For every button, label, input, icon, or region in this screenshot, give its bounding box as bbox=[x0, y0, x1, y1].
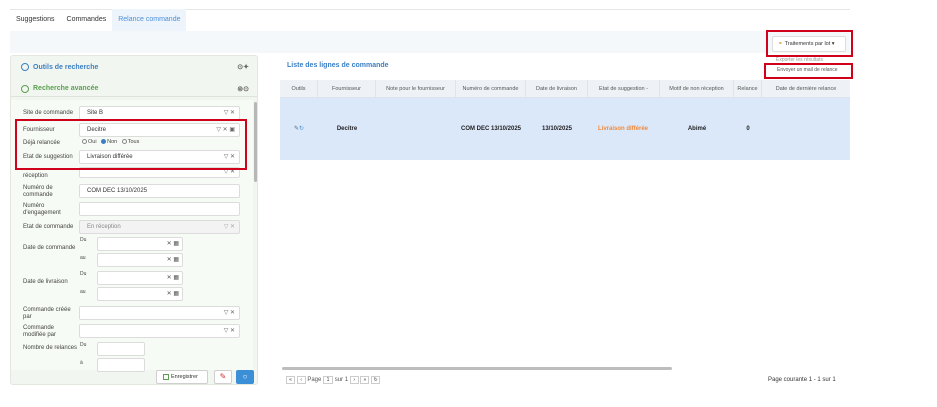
cell-motif: Abimé bbox=[687, 125, 707, 132]
motif-label: réception bbox=[23, 173, 48, 179]
cell-relance: 0 bbox=[746, 125, 750, 132]
page-label: Page bbox=[307, 377, 322, 383]
etat-commande-clear-icon[interactable]: ▽ ✕ bbox=[224, 221, 235, 233]
date-commande-from[interactable]: ✕ ▦ bbox=[97, 237, 183, 251]
search-icon bbox=[21, 84, 29, 93]
cell-etat-value: Livraison différée bbox=[598, 125, 649, 132]
nb-relances-label: Nombre de relances bbox=[23, 345, 78, 351]
last-page-button[interactable]: » bbox=[360, 376, 370, 384]
col-numero[interactable]: Numéro de commande bbox=[456, 80, 526, 98]
table-row[interactable]: ✎ ↻ Decitre COM DEC 13/10/2025 13/10/2025… bbox=[280, 98, 850, 160]
page-total: sur 1 bbox=[334, 377, 349, 383]
prev-page-button[interactable]: ‹ bbox=[296, 376, 306, 384]
col-etat-suggestion[interactable]: Etat de suggestion - bbox=[588, 80, 660, 98]
search-tools-header: Outils de recherche ⊙✦ bbox=[11, 56, 257, 78]
date-livraison-to[interactable]: ✕ ▦ bbox=[97, 287, 183, 301]
search-tools-title: Outils de recherche bbox=[33, 63, 99, 71]
etat-commande-select[interactable]: En réception ▽ ✕ bbox=[79, 220, 240, 234]
nb-relances-a-label: à bbox=[80, 360, 83, 366]
search-actions: Enregistrer ✎ ○ bbox=[11, 370, 257, 384]
row-tools: ✎ ↻ bbox=[280, 98, 318, 160]
date-commande-label: Date de commande bbox=[23, 245, 76, 251]
date-livraison-from[interactable]: ✕ ▦ bbox=[97, 271, 183, 285]
numero-commande-value: COM DEC 13/10/2025 bbox=[87, 188, 148, 194]
modif-par-select[interactable]: ▽ ✕ bbox=[79, 324, 240, 338]
calendar-icon[interactable]: ✕ ▦ bbox=[167, 254, 179, 266]
results-title: Liste des lignes de commande bbox=[287, 62, 389, 69]
cree-par-label: Commande créée par bbox=[23, 307, 71, 320]
first-page-button[interactable]: « bbox=[286, 376, 295, 384]
highlight-filters bbox=[15, 119, 247, 170]
engagement-input[interactable] bbox=[79, 202, 240, 216]
modif-par-clear-icon[interactable]: ▽ ✕ bbox=[224, 325, 235, 337]
numero-commande-label: Numéro de commande bbox=[23, 185, 53, 198]
refresh-page-icon[interactable]: ↻ bbox=[371, 376, 381, 384]
etat-commande-label: Etat de commande bbox=[23, 224, 74, 230]
search-tools-icon bbox=[21, 63, 29, 71]
form-scrollbar[interactable] bbox=[254, 102, 257, 182]
pin-icon[interactable]: ⊙✦ bbox=[237, 63, 249, 71]
date-commande-to[interactable]: ✕ ▦ bbox=[97, 253, 183, 267]
engagement-label: Numéro d'engagement bbox=[23, 203, 61, 216]
page-input[interactable]: 1 bbox=[323, 376, 334, 384]
highlight-send-mail bbox=[764, 63, 853, 79]
highlight-batch-button bbox=[766, 30, 853, 57]
col-outils[interactable]: Outils bbox=[280, 80, 318, 98]
site-value: Site B bbox=[87, 110, 104, 116]
modif-par-label: Commande modifiée par bbox=[23, 325, 57, 338]
date-commande-au-label: au bbox=[80, 255, 86, 261]
next-page-button[interactable]: › bbox=[349, 376, 359, 384]
nb-relances-du-label: Du bbox=[80, 342, 87, 348]
date-livraison-au-label: au bbox=[80, 289, 86, 295]
advanced-search-options-icon[interactable]: ⊚⊙ bbox=[237, 85, 249, 93]
table-hscroll[interactable] bbox=[282, 367, 672, 370]
date-livraison-label: Date de livraison bbox=[23, 279, 68, 285]
col-derniere-relance[interactable]: Date de dernière relance bbox=[762, 80, 850, 98]
advanced-search-title: Recherche avancée bbox=[33, 85, 99, 92]
tab-content-header bbox=[10, 31, 850, 53]
site-clear-icon[interactable]: ▽ ✕ bbox=[224, 107, 235, 119]
cell-etat: Livraison différée bbox=[598, 98, 648, 160]
table-header: Outils Fournisseur Note pour le fourniss… bbox=[280, 80, 850, 98]
date-livraison-du-label: Du bbox=[80, 271, 87, 277]
save-label: Enregistrer bbox=[171, 374, 198, 380]
search-icon: ○ bbox=[242, 372, 248, 381]
calendar-icon[interactable]: ✕ ▦ bbox=[167, 272, 179, 284]
tab-commandes[interactable]: Commandes bbox=[61, 9, 113, 31]
cell-numero: COM DEC 13/10/2025 bbox=[460, 125, 522, 132]
search-button[interactable]: ○ bbox=[236, 370, 254, 384]
site-label: Site de commande bbox=[23, 110, 74, 116]
results-panel: Liste des lignes de commande Outils Four… bbox=[280, 55, 850, 385]
cree-par-clear-icon[interactable]: ▽ ✕ bbox=[224, 307, 235, 319]
search-panel: Outils de recherche ⊙✦ Recherche avancée… bbox=[10, 55, 258, 385]
date-commande-du-label: Du bbox=[80, 237, 87, 243]
calendar-icon[interactable]: ✕ ▦ bbox=[167, 238, 179, 250]
etat-commande-value: En réception bbox=[87, 224, 121, 230]
save-button[interactable]: Enregistrer bbox=[156, 370, 208, 384]
col-relance[interactable]: Relance bbox=[734, 80, 762, 98]
nb-relances-from[interactable] bbox=[97, 342, 145, 356]
calendar-icon[interactable]: ✕ ▦ bbox=[167, 288, 179, 300]
save-icon bbox=[163, 373, 169, 380]
reset-button[interactable]: ✎ bbox=[214, 370, 232, 384]
col-fournisseur[interactable]: Fournisseur bbox=[318, 80, 376, 98]
tab-bar: Suggestions Commandes Relance commande bbox=[10, 9, 850, 31]
cree-par-select[interactable]: ▽ ✕ bbox=[79, 306, 240, 320]
numero-commande-input[interactable]: COM DEC 13/10/2025 bbox=[79, 184, 240, 198]
col-motif[interactable]: Motif de non réception bbox=[660, 80, 734, 98]
tab-relance-commande[interactable]: Relance commande bbox=[112, 9, 187, 31]
cell-fournisseur: Decitre bbox=[336, 125, 358, 132]
refresh-icon[interactable]: ↻ bbox=[299, 126, 304, 133]
col-note[interactable]: Note pour le fournisseur bbox=[376, 80, 456, 98]
pager: « ‹ Page 1 sur 1 › » ↻ bbox=[286, 376, 381, 384]
pager-summary: Page courante 1 - 1 sur 1 bbox=[768, 377, 836, 383]
col-date-livraison[interactable]: Date de livraison bbox=[526, 80, 588, 98]
eraser-icon: ✎ bbox=[219, 372, 227, 381]
advanced-search-header[interactable]: Recherche avancée ⊚⊙ bbox=[11, 81, 257, 97]
site-select[interactable]: Site B ▽ ✕ bbox=[79, 106, 240, 120]
cell-date-livraison: 13/10/2025 bbox=[541, 125, 573, 132]
tab-suggestions[interactable]: Suggestions bbox=[10, 9, 61, 31]
